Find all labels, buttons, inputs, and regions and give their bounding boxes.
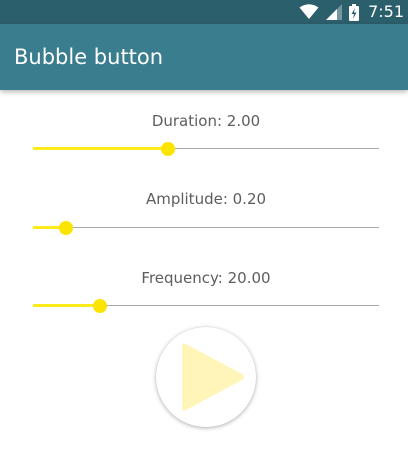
play-icon (182, 343, 244, 411)
wifi-icon (299, 4, 319, 20)
amplitude-slider[interactable] (33, 218, 379, 238)
app-bar: Bubble button (0, 24, 408, 90)
slider-thumb[interactable] (59, 221, 73, 235)
app-title: Bubble button (14, 45, 164, 69)
slider-thumb[interactable] (161, 142, 175, 156)
play-button[interactable] (156, 327, 256, 427)
status-bar: 7:51 (0, 0, 408, 24)
amplitude-label: Amplitude: 0.20 (145, 190, 267, 208)
slider-fill (33, 304, 100, 307)
duration-label: Duration: 2.00 (151, 112, 261, 130)
slider-track (33, 227, 379, 228)
frequency-label: Frequency: 20.00 (141, 269, 271, 287)
status-icons: 7:51 (299, 0, 404, 24)
cell-signal-icon (326, 4, 343, 20)
slider-thumb[interactable] (93, 299, 107, 313)
slider-fill (33, 147, 168, 150)
status-time: 7:51 (368, 2, 404, 21)
battery-charging-icon (349, 3, 360, 21)
duration-slider[interactable] (33, 139, 379, 159)
frequency-slider[interactable] (33, 296, 379, 316)
